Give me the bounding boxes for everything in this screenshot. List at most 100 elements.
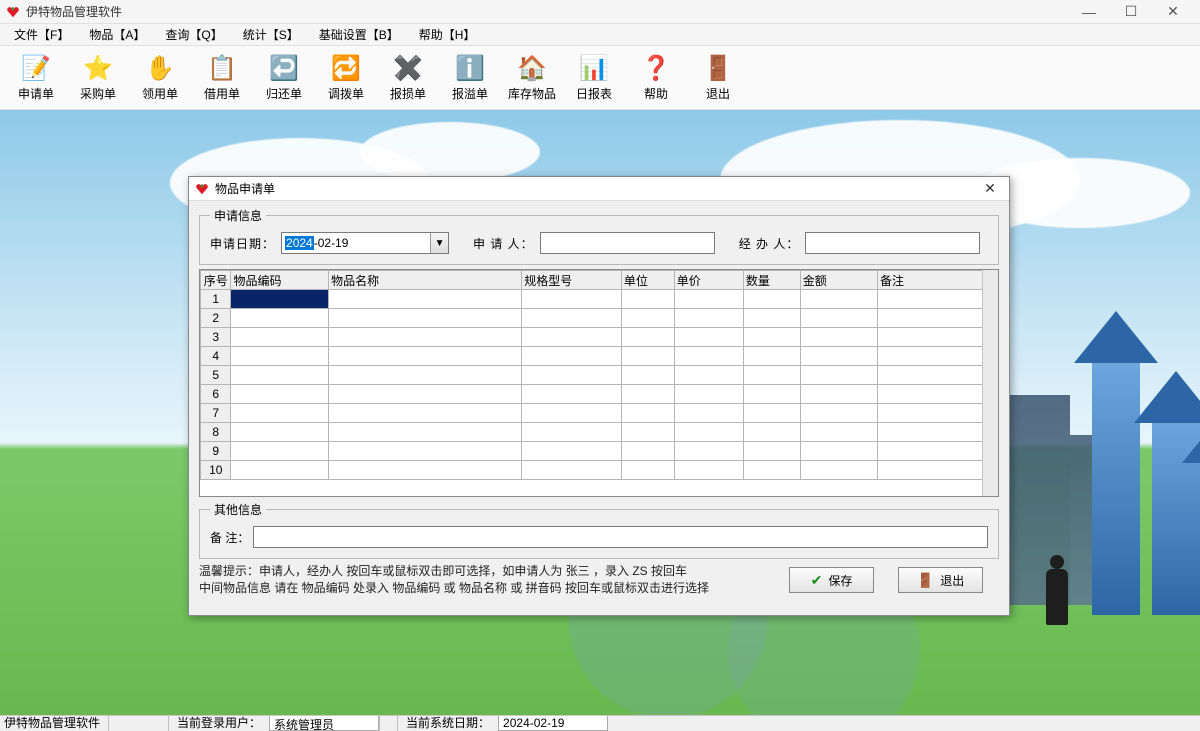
grid-cell[interactable] xyxy=(743,461,800,480)
grid-cell[interactable] xyxy=(522,423,622,442)
menu-item-2[interactable]: 查询【Q】 xyxy=(155,24,232,45)
table-row[interactable]: 10 xyxy=(201,461,998,480)
grid-scrollbar[interactable] xyxy=(982,270,998,496)
grid-cell[interactable] xyxy=(231,442,329,461)
grid-cell[interactable] xyxy=(329,347,522,366)
grid-cell[interactable]: 4 xyxy=(201,347,231,366)
grid-cell[interactable] xyxy=(674,404,743,423)
table-row[interactable]: 4 xyxy=(201,347,998,366)
applicant-input[interactable] xyxy=(540,232,715,254)
grid-header[interactable]: 规格型号 xyxy=(522,271,622,290)
grid-cell[interactable] xyxy=(329,385,522,404)
save-button[interactable]: ✔ 保存 xyxy=(789,567,874,593)
grid-cell[interactable] xyxy=(877,290,997,309)
grid-cell[interactable] xyxy=(522,347,622,366)
grid-cell[interactable] xyxy=(743,423,800,442)
handler-input[interactable] xyxy=(805,232,980,254)
grid-header[interactable]: 单价 xyxy=(674,271,743,290)
grid-cell[interactable] xyxy=(522,442,622,461)
grid-cell[interactable] xyxy=(743,404,800,423)
grid-cell[interactable] xyxy=(743,309,800,328)
grid-cell[interactable]: 6 xyxy=(201,385,231,404)
grid-cell[interactable] xyxy=(877,423,997,442)
grid-cell[interactable] xyxy=(522,328,622,347)
grid-cell[interactable] xyxy=(621,423,674,442)
toolbar-loss-form[interactable]: ✖️报损单 xyxy=(378,49,438,107)
grid-header[interactable]: 金额 xyxy=(800,271,877,290)
grid-cell[interactable] xyxy=(329,328,522,347)
grid-cell[interactable] xyxy=(674,347,743,366)
grid-header[interactable]: 物品名称 xyxy=(329,271,522,290)
grid-cell[interactable] xyxy=(522,404,622,423)
grid-cell[interactable]: 1 xyxy=(201,290,231,309)
grid-cell[interactable] xyxy=(621,404,674,423)
grid-cell[interactable] xyxy=(522,309,622,328)
grid-cell[interactable] xyxy=(621,347,674,366)
grid-cell[interactable] xyxy=(800,328,877,347)
grid-cell[interactable] xyxy=(674,309,743,328)
grid-header[interactable]: 单位 xyxy=(621,271,674,290)
table-row[interactable]: 1 xyxy=(201,290,998,309)
grid-cell[interactable] xyxy=(800,442,877,461)
grid-cell[interactable] xyxy=(743,347,800,366)
grid-cell[interactable] xyxy=(674,423,743,442)
grid-cell[interactable] xyxy=(674,461,743,480)
grid-cell[interactable] xyxy=(877,309,997,328)
menu-item-1[interactable]: 物品【A】 xyxy=(79,24,155,45)
dialog-close-button[interactable]: ✕ xyxy=(977,179,1003,199)
grid-cell[interactable] xyxy=(877,442,997,461)
grid-cell[interactable] xyxy=(674,385,743,404)
grid-cell[interactable] xyxy=(877,385,997,404)
grid-cell[interactable] xyxy=(800,423,877,442)
toolbar-inventory[interactable]: 🏠库存物品 xyxy=(502,49,562,107)
maximize-button[interactable]: ☐ xyxy=(1110,0,1152,24)
grid-cell[interactable] xyxy=(329,290,522,309)
grid-cell[interactable] xyxy=(329,404,522,423)
grid-cell[interactable] xyxy=(231,423,329,442)
grid-cell[interactable] xyxy=(329,366,522,385)
grid-cell[interactable] xyxy=(877,404,997,423)
grid-cell[interactable] xyxy=(743,442,800,461)
grid-cell[interactable] xyxy=(743,385,800,404)
menu-item-3[interactable]: 统计【S】 xyxy=(233,24,309,45)
grid-cell[interactable] xyxy=(329,309,522,328)
grid-header[interactable]: 序号 xyxy=(201,271,231,290)
grid-cell[interactable] xyxy=(621,328,674,347)
grid-cell[interactable] xyxy=(522,385,622,404)
toolbar-help[interactable]: ❓帮助 xyxy=(626,49,686,107)
grid-cell[interactable] xyxy=(621,442,674,461)
table-row[interactable]: 3 xyxy=(201,328,998,347)
grid-cell[interactable] xyxy=(621,385,674,404)
grid-cell[interactable]: 5 xyxy=(201,366,231,385)
grid-cell[interactable] xyxy=(231,347,329,366)
grid-cell[interactable] xyxy=(800,385,877,404)
grid-cell[interactable] xyxy=(522,461,622,480)
grid-cell[interactable] xyxy=(231,290,329,309)
grid-cell[interactable] xyxy=(522,290,622,309)
grid-cell[interactable] xyxy=(877,328,997,347)
toolbar-daily-report[interactable]: 📊日报表 xyxy=(564,49,624,107)
table-row[interactable]: 2 xyxy=(201,309,998,328)
grid-cell[interactable] xyxy=(877,347,997,366)
table-row[interactable]: 5 xyxy=(201,366,998,385)
toolbar-borrow-form[interactable]: 📋借用单 xyxy=(192,49,252,107)
table-row[interactable]: 9 xyxy=(201,442,998,461)
menu-item-0[interactable]: 文件【F】 xyxy=(4,24,79,45)
grid-header[interactable]: 数量 xyxy=(743,271,800,290)
grid-cell[interactable] xyxy=(674,328,743,347)
grid-header[interactable]: 物品编码 xyxy=(231,271,329,290)
grid-cell[interactable] xyxy=(674,442,743,461)
toolbar-issue-form[interactable]: ✋领用单 xyxy=(130,49,190,107)
grid-cell[interactable] xyxy=(674,366,743,385)
grid-cell[interactable]: 7 xyxy=(201,404,231,423)
grid-cell[interactable]: 10 xyxy=(201,461,231,480)
grid-cell[interactable] xyxy=(621,461,674,480)
grid-cell[interactable] xyxy=(800,290,877,309)
grid-cell[interactable] xyxy=(621,309,674,328)
toolbar-request-form[interactable]: 📝申请单 xyxy=(6,49,66,107)
grid-cell[interactable] xyxy=(743,290,800,309)
grid-cell[interactable] xyxy=(743,366,800,385)
table-row[interactable]: 6 xyxy=(201,385,998,404)
grid-cell[interactable] xyxy=(231,366,329,385)
toolbar-transfer-form[interactable]: 🔁调拨单 xyxy=(316,49,376,107)
